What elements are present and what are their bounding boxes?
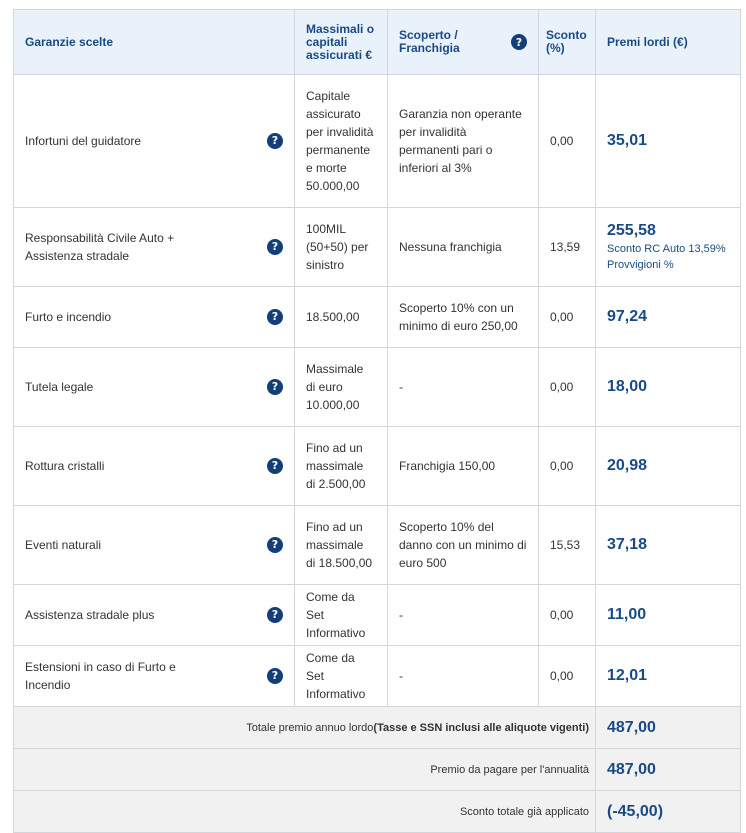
guarantee-name-cell: Infortuni del guidatore? [13, 74, 295, 208]
guarantee-name: Assistenza stradale plus [25, 608, 155, 622]
total-discount-value-cell: (-45,00) [595, 790, 741, 833]
guarantee-name: Eventi naturali [25, 538, 102, 552]
deductible-cell: - [387, 584, 539, 646]
table-row: Furto e incendio? 18.500,00 Scoperto 10% c… [13, 286, 741, 348]
table-row: Eventi naturali? Fino ad un massimale di … [13, 505, 741, 585]
guarantee-name-cell: Rottura cristalli? [13, 426, 295, 506]
premium-value: 255,58 [607, 222, 656, 239]
guarantee-name: Infortuni del guidatore [25, 134, 142, 148]
help-icon[interactable]: ? [267, 458, 283, 474]
premium-cell: 18,00 [595, 347, 741, 427]
premium-cell: 35,01 [595, 74, 741, 208]
guarantee-name: Rottura cristalli [25, 459, 105, 473]
help-icon[interactable]: ? [267, 239, 283, 255]
discount-cell: 13,59 [538, 207, 596, 287]
premium-commission-note: Provvigioni % [607, 259, 674, 271]
guarantee-name-cell: Assistenza stradale plus? [13, 584, 295, 646]
help-icon[interactable]: ? [267, 537, 283, 553]
deductible-cell: Franchigia 150,00 [387, 426, 539, 506]
guarantees-table: Garanzie scelte Massimali o capitali ass… [13, 9, 741, 833]
premium-value: 37,18 [607, 536, 648, 553]
annuity-payment-row: Premio da pagare per l'annualità 487,00 [13, 748, 741, 791]
annuity-payment-value: 487,00 [607, 760, 656, 778]
total-annual-row: Totale premio annuo lordo(Tasse e SSN in… [13, 706, 741, 749]
deductible-cell: - [387, 645, 539, 707]
table-row: Rottura cristalli? Fino ad un massimale d… [13, 426, 741, 506]
annuity-payment-label: Premio da pagare per l'annualità [13, 748, 596, 791]
total-annual-label-note: (Tasse e SSN inclusi alle aliquote vigen… [373, 721, 589, 734]
premium-value: 97,24 [607, 308, 648, 325]
header-sconto: Sconto (%) [538, 9, 596, 75]
guarantee-name-cell: Estensioni in caso di Furto e Incendio? [13, 645, 295, 707]
help-icon[interactable]: ? [267, 379, 283, 395]
table-row: Assistenza stradale plus? Come da Set Inf… [13, 584, 741, 646]
guarantee-name: Estensioni in caso di Furto e Incendio [25, 660, 176, 692]
total-discount-label: Sconto totale già applicato [13, 790, 596, 833]
discount-cell: 0,00 [538, 286, 596, 348]
guarantee-name: Furto e incendio [25, 310, 112, 324]
table-row: Tutela legale? Massimale di euro 10.000,0… [13, 347, 741, 427]
guarantee-name-cell: Furto e incendio? [13, 286, 295, 348]
help-icon[interactable]: ? [267, 133, 283, 149]
discount-cell: 0,00 [538, 347, 596, 427]
total-annual-label-text: Totale premio annuo lordo [246, 721, 374, 734]
premium-cell: 255,58 Sconto RC Auto 13,59% Provvigioni % [595, 207, 741, 287]
limit-cell: 100MIL (50+50) per sinistro [294, 207, 388, 287]
help-icon[interactable]: ? [267, 607, 283, 623]
header-garanzie: Garanzie scelte [13, 9, 295, 75]
guarantee-name-cell: Tutela legale? [13, 347, 295, 427]
premium-value: 18,00 [607, 378, 648, 395]
total-annual-value: 487,00 [607, 718, 656, 736]
premium-cell: 20,98 [595, 426, 741, 506]
limit-cell: Fino ad un massimale di 18.500,00 [294, 505, 388, 585]
deductible-cell: Scoperto 10% del danno con un minimo di … [387, 505, 539, 585]
discount-cell: 15,53 [538, 505, 596, 585]
help-icon[interactable]: ? [267, 668, 283, 684]
header-scoperto-label: Scoperto / Franchigia [399, 28, 460, 55]
deductible-cell: Garanzia non operante per invalidità per… [387, 74, 539, 208]
header-premi: Premi lordi (€) [595, 9, 741, 75]
premium-cell: 11,00 [595, 584, 741, 646]
table-row: Estensioni in caso di Furto e Incendio? C… [13, 645, 741, 707]
limit-cell: Massimale di euro 10.000,00 [294, 347, 388, 427]
premium-cell: 97,24 [595, 286, 741, 348]
discount-cell: 0,00 [538, 426, 596, 506]
premium-value: 12,01 [607, 667, 648, 684]
annuity-payment-value-cell: 487,00 [595, 748, 741, 791]
deductible-cell: - [387, 347, 539, 427]
table-row: Infortuni del guidatore? Capitale assicur… [13, 74, 741, 208]
premium-value: 35,01 [607, 132, 648, 149]
limit-cell: Come da Set Informativo [294, 645, 388, 707]
deductible-cell: Nessuna franchigia [387, 207, 539, 287]
premium-value: 20,98 [607, 457, 648, 474]
table-row: Responsabilità Civile Auto + Assistenza … [13, 207, 741, 287]
total-discount-row: Sconto totale già applicato (-45,00) [13, 790, 741, 833]
limit-cell: Come da Set Informativo [294, 584, 388, 646]
deductible-cell: Scoperto 10% con un minimo di euro 250,0… [387, 286, 539, 348]
header-scoperto: Scoperto / Franchigia ? [387, 9, 539, 75]
discount-cell: 0,00 [538, 584, 596, 646]
guarantee-name: Responsabilità Civile Auto + Assistenza … [25, 231, 175, 263]
total-annual-value-cell: 487,00 [595, 706, 741, 749]
premium-value: 11,00 [607, 606, 647, 623]
guarantee-name-cell: Eventi naturali? [13, 505, 295, 585]
header-massimali: Massimali o capitali assicurati € [294, 9, 388, 75]
discount-cell: 0,00 [538, 645, 596, 707]
limit-cell: Fino ad un massimale di 2.500,00 [294, 426, 388, 506]
discount-cell: 0,00 [538, 74, 596, 208]
premium-cell: 12,01 [595, 645, 741, 707]
total-discount-value: (-45,00) [607, 802, 664, 820]
limit-cell: Capitale assicurato per invalidità perma… [294, 74, 388, 208]
premium-cell: 37,18 [595, 505, 741, 585]
guarantee-name-cell: Responsabilità Civile Auto + Assistenza … [13, 207, 295, 287]
help-icon[interactable]: ? [511, 34, 527, 50]
premium-table-container: Garanzie scelte Massimali o capitali ass… [0, 0, 746, 833]
guarantee-name: Tutela legale [25, 380, 94, 394]
limit-cell: 18.500,00 [294, 286, 388, 348]
table-header-row: Garanzie scelte Massimali o capitali ass… [13, 9, 741, 75]
premium-discount-note: Sconto RC Auto 13,59% [607, 243, 726, 255]
help-icon[interactable]: ? [267, 309, 283, 325]
total-annual-label: Totale premio annuo lordo(Tasse e SSN in… [13, 706, 596, 749]
